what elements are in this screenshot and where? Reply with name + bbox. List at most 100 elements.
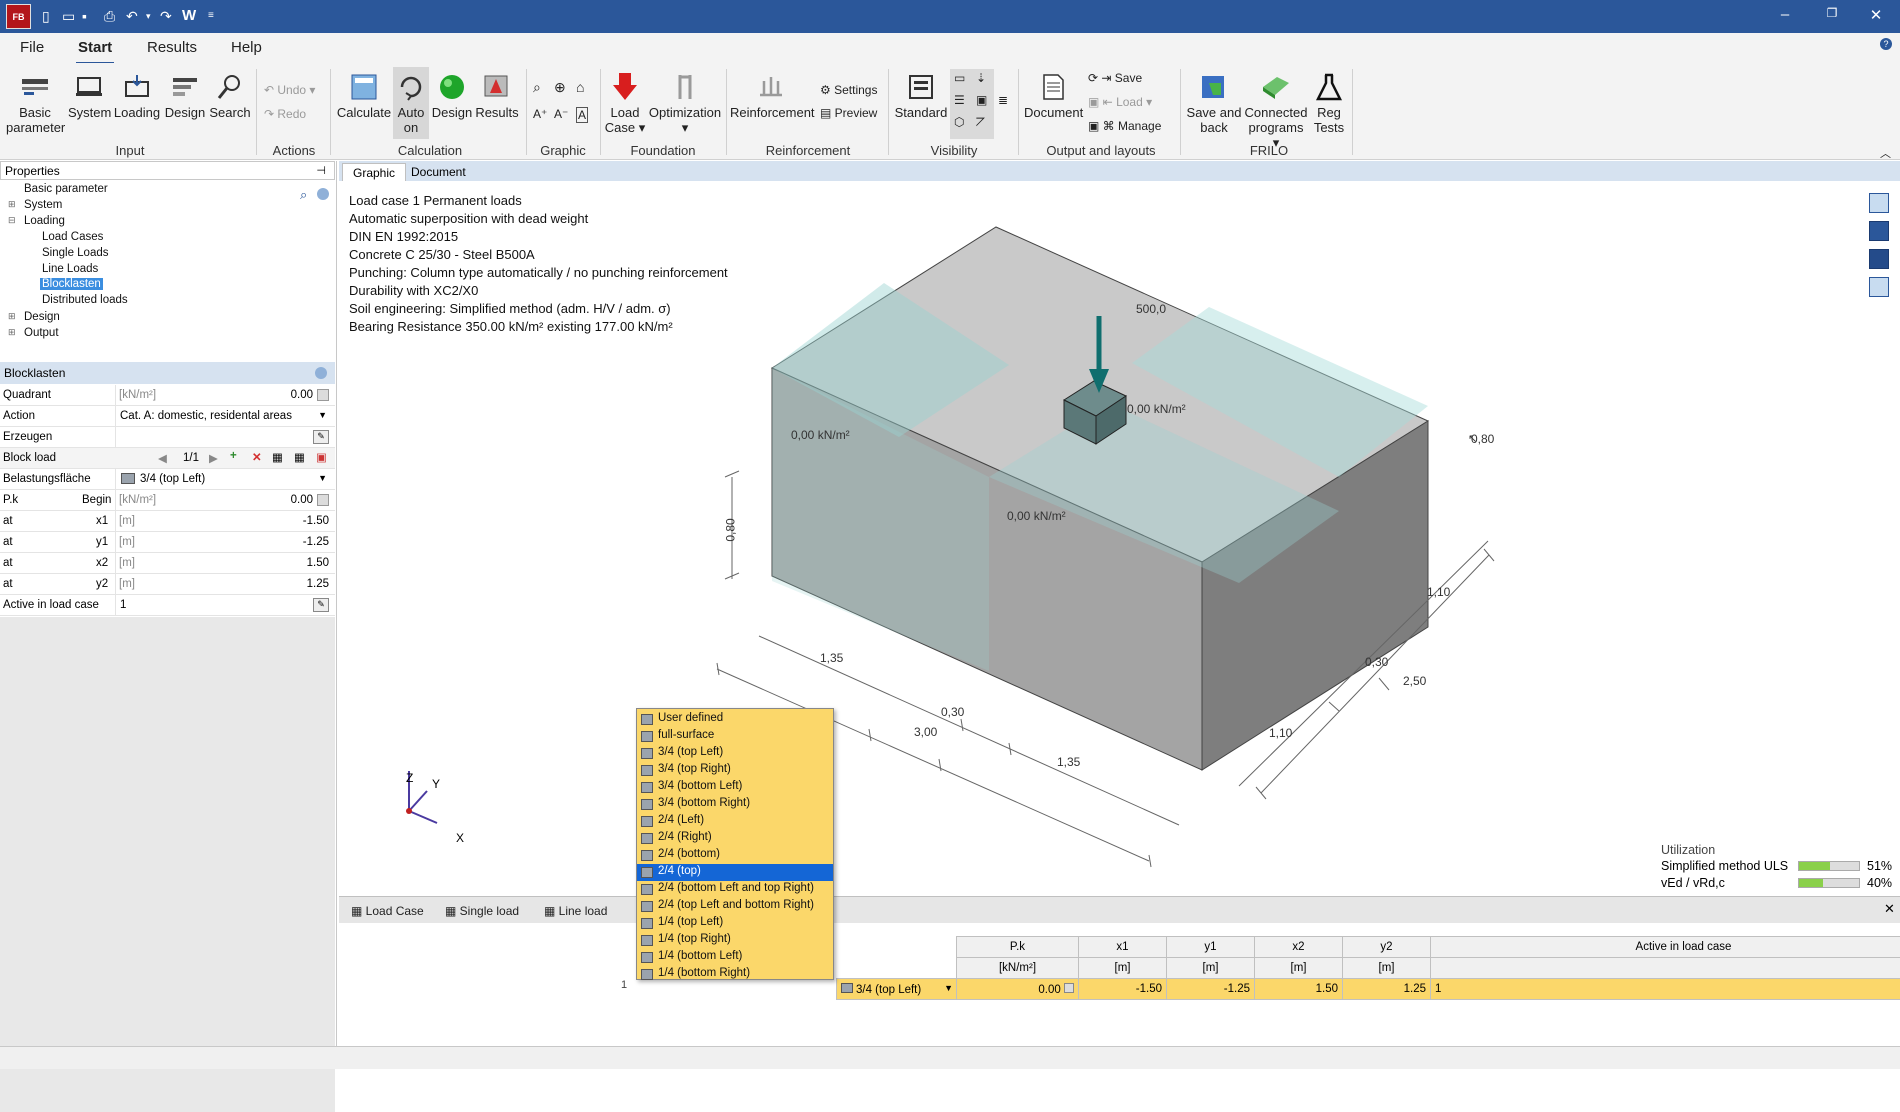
y1-cell[interactable]: -1.25 — [1167, 979, 1255, 1000]
text-toggle-icon[interactable]: ≣ — [998, 93, 1008, 107]
app-icon[interactable]: FB — [6, 4, 31, 29]
chevron-down-icon[interactable]: ▼ — [318, 473, 327, 483]
dropdown-option[interactable]: 3/4 (bottom Left) — [637, 779, 833, 796]
menu-results[interactable]: Results — [147, 39, 197, 56]
design-input-button[interactable]: Design — [162, 73, 208, 120]
zoom-icon[interactable]: ⌕ — [533, 79, 541, 96]
load-case-button[interactable]: Load Case ▾ — [604, 73, 646, 135]
optimization-button[interactable]: Optimization▾ — [648, 73, 722, 135]
pk-cell[interactable]: 0.00 — [957, 979, 1079, 1000]
graphic-view[interactable]: Load case 1 Permanent loads Automatic su… — [339, 181, 1900, 896]
view-cube-front-icon[interactable] — [1869, 221, 1889, 241]
area-dropdown-list[interactable]: User defined full-surface 3/4 (top Left)… — [636, 708, 834, 980]
delete-icon[interactable]: ✕ — [252, 450, 262, 464]
collapse-ribbon-icon[interactable]: ︿ — [1880, 145, 1891, 161]
table-edit-icon[interactable]: ▦ — [294, 450, 305, 464]
dropdown-option[interactable]: 3/4 (top Right) — [637, 762, 833, 779]
expand-output-icon[interactable]: ⊞ — [8, 327, 16, 338]
next-icon[interactable]: ▶ — [209, 451, 218, 465]
pin-icon[interactable]: ⊣ — [316, 164, 326, 177]
search-tree-icon[interactable]: ⌕ — [300, 187, 307, 203]
expand-system-icon[interactable]: ⊞ — [8, 199, 16, 210]
text-frame-icon[interactable]: A — [576, 107, 588, 123]
undo-button[interactable]: ↶ Undo ▾ — [264, 83, 315, 97]
menu-help[interactable]: Help — [231, 39, 262, 56]
y2-cell[interactable]: 1.25 — [1343, 979, 1431, 1000]
collapse-tree-icon[interactable] — [317, 188, 329, 200]
customize-toolbar-icon[interactable]: ≡ — [208, 8, 214, 24]
stepper-icon[interactable] — [1064, 983, 1074, 993]
prev-icon[interactable]: ◀ — [158, 451, 167, 465]
tab-single-load[interactable]: ▦ Single load — [445, 904, 519, 918]
standard-view-button[interactable]: Standard — [892, 73, 950, 120]
x2-value[interactable]: 1.50 — [307, 557, 329, 569]
redo-button[interactable]: ↷ Redo — [264, 107, 306, 121]
save-output-button[interactable]: ⟳ ⇥ Save — [1088, 71, 1142, 85]
word-export-button[interactable]: W — [182, 8, 196, 24]
stack-toggle-icon[interactable]: ☰ — [954, 93, 965, 107]
dropdown-option[interactable]: 1/4 (bottom Left) — [637, 949, 833, 966]
calculate-button[interactable]: Calculate — [336, 73, 392, 120]
x1-value[interactable]: -1.50 — [303, 515, 329, 527]
design-calc-button[interactable]: Design — [430, 73, 474, 120]
dimension-toggle-icon[interactable]: ▣ — [976, 93, 987, 107]
x1-cell[interactable]: -1.50 — [1079, 979, 1167, 1000]
table-row[interactable]: 3/4 (top Left)▼ 0.00 -1.50 -1.25 1.50 1.… — [837, 979, 1900, 1000]
tree-blocklasten[interactable]: Blocklasten — [40, 278, 103, 290]
tree-distributed-loads[interactable]: Distributed loads — [42, 294, 128, 306]
tab-load-case[interactable]: ▦ Load Case — [351, 904, 424, 918]
add-icon[interactable]: + — [230, 450, 237, 462]
dropdown-option[interactable]: 1/4 (top Right) — [637, 932, 833, 949]
dropdown-option[interactable]: full-surface — [637, 728, 833, 745]
dropdown-option[interactable]: 2/4 (top Left and bottom Right) — [637, 898, 833, 915]
new-file-icon[interactable]: ▯ — [42, 8, 50, 24]
reinforcement-button[interactable]: Reinforcement — [730, 73, 812, 120]
print-icon[interactable]: ⎙ — [104, 8, 115, 24]
minimize-icon[interactable]: – — [1775, 6, 1795, 23]
quadrant-value[interactable]: 0.00 — [291, 389, 313, 401]
view-cube-iso-icon[interactable] — [1869, 193, 1889, 213]
table-icon[interactable]: ▦ — [272, 450, 283, 464]
home-view-icon[interactable]: ⌂ — [576, 79, 584, 95]
connected-programs-button[interactable]: Connected programs ▾ — [1244, 73, 1308, 150]
zoom-window-icon[interactable]: ⊕ — [554, 79, 566, 96]
settings-button[interactable]: ⚙ Settings — [820, 83, 877, 97]
view-cube-side-icon[interactable] — [1869, 249, 1889, 269]
dropdown-option[interactable]: 2/4 (Left) — [637, 813, 833, 830]
y2-value[interactable]: 1.25 — [307, 578, 329, 590]
search-button[interactable]: Search — [208, 73, 252, 120]
restore-icon[interactable]: ❐ — [1822, 6, 1842, 20]
font-increase-icon[interactable]: A⁺ — [533, 107, 547, 121]
edit-icon[interactable]: ✎ — [313, 598, 329, 612]
menu-file[interactable]: File — [20, 39, 44, 56]
collapse-loading-icon[interactable]: ⊟ — [8, 215, 16, 226]
basic-parameter-button[interactable]: Basic parameter — [6, 73, 64, 135]
edit-icon[interactable]: ✎ — [313, 430, 329, 444]
tree-line-loads[interactable]: Line Loads — [42, 263, 98, 275]
results-button[interactable]: Results — [474, 73, 520, 120]
tree-output[interactable]: Output — [24, 327, 59, 339]
tree-loading[interactable]: Loading — [24, 215, 65, 227]
cube-toggle-icon[interactable]: ⬡ — [954, 115, 964, 129]
tab-document[interactable]: Document — [401, 163, 476, 181]
tree-system[interactable]: System — [24, 199, 62, 211]
dropdown-option[interactable]: 1/4 (bottom Right) — [637, 966, 833, 980]
report-icon[interactable]: ▣ — [316, 450, 327, 464]
action-select[interactable]: Cat. A: domestic, residental areas — [120, 410, 292, 422]
chevron-down-icon[interactable]: ▼ — [318, 410, 327, 420]
open-folder-icon[interactable]: ▭ — [62, 8, 75, 24]
view-cube-top-icon[interactable] — [1869, 277, 1889, 297]
dropdown-option[interactable]: 2/4 (bottom Left and top Right) — [637, 881, 833, 898]
document-button[interactable]: Document — [1024, 73, 1082, 120]
tab-line-load[interactable]: ▦ Line load — [544, 904, 607, 918]
undo-icon[interactable]: ↶ — [126, 8, 138, 24]
tab-graphic[interactable]: Graphic — [342, 163, 406, 181]
redo-icon[interactable]: ↷ — [160, 8, 172, 24]
area-cell[interactable]: 3/4 (top Left)▼ — [837, 979, 957, 1000]
preview-button[interactable]: ▤ Preview — [820, 106, 877, 120]
loading-button[interactable]: Loading — [112, 73, 162, 120]
dropdown-option[interactable]: 3/4 (bottom Right) — [637, 796, 833, 813]
dropdown-option-selected[interactable]: 2/4 (top) — [637, 864, 833, 881]
axes-toggle-icon[interactable]: ⦢ — [976, 115, 985, 130]
save-icon[interactable]: ▪ — [82, 8, 87, 24]
